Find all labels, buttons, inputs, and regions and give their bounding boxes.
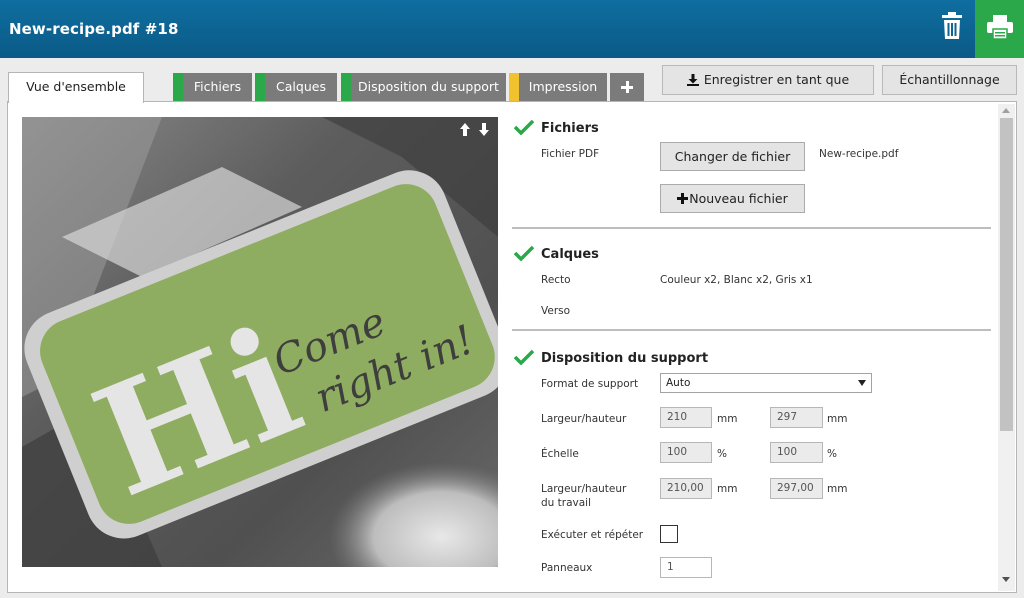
recto-value: Couleur x2, Blanc x2, Gris x1 bbox=[660, 274, 813, 286]
unit-label: mm bbox=[827, 413, 848, 425]
document-title: New-recipe.pdf #18 bbox=[9, 20, 179, 38]
unit-label: mm bbox=[717, 413, 738, 425]
new-file-button[interactable]: Nouveau fichier bbox=[660, 184, 805, 213]
step-repeat-label: Exécuter et répéter bbox=[541, 529, 644, 541]
title-bar: New-recipe.pdf #18 bbox=[0, 0, 1024, 58]
reorder-arrows[interactable] bbox=[459, 122, 491, 141]
trash-icon[interactable] bbox=[938, 12, 966, 42]
size-label: Largeur/hauteur bbox=[541, 413, 627, 425]
tab-media-layout[interactable]: Disposition du support bbox=[341, 73, 506, 101]
unit-label: mm bbox=[827, 483, 848, 495]
tab-print[interactable]: Impression bbox=[509, 73, 607, 101]
job-size-label: Largeur/hauteur du travail bbox=[541, 483, 627, 509]
status-indicator bbox=[255, 73, 265, 101]
plus-icon bbox=[677, 193, 689, 204]
scrollbar[interactable] bbox=[998, 104, 1015, 591]
check-icon bbox=[514, 245, 534, 261]
status-indicator bbox=[509, 73, 519, 101]
divider bbox=[512, 227, 991, 229]
section-title-files: Fichiers bbox=[541, 121, 599, 136]
preview-image: Hi Come right in! bbox=[22, 117, 498, 567]
scale-label: Échelle bbox=[541, 448, 579, 460]
recto-label: Recto bbox=[541, 274, 571, 286]
section-title-layers: Calques bbox=[541, 247, 599, 262]
tab-layers[interactable]: Calques bbox=[255, 73, 337, 101]
check-icon bbox=[514, 349, 534, 365]
scale-x-field[interactable]: 100 bbox=[660, 442, 712, 463]
change-file-button[interactable]: Changer de fichier bbox=[660, 142, 805, 171]
chevron-down-icon bbox=[858, 380, 866, 386]
arrow-down-icon bbox=[479, 123, 489, 136]
scale-y-field[interactable]: 100 bbox=[770, 442, 823, 463]
status-indicator bbox=[173, 73, 183, 101]
divider bbox=[512, 329, 991, 331]
tab-overview[interactable]: Vue d'ensemble bbox=[8, 72, 144, 103]
check-icon bbox=[514, 119, 534, 135]
step-repeat-checkbox[interactable] bbox=[660, 525, 678, 543]
sampling-button[interactable]: Échantillonnage bbox=[882, 65, 1017, 95]
save-as-recipe-button[interactable]: Enregistrer en tant que recette bbox=[662, 65, 874, 115]
panels-field[interactable]: 1 bbox=[660, 557, 712, 578]
arrow-up-icon bbox=[460, 123, 470, 136]
job-width-field[interactable]: 210,00 bbox=[660, 478, 712, 499]
job-height-field[interactable]: 297,00 bbox=[770, 478, 823, 499]
scroll-up-icon[interactable] bbox=[1002, 108, 1010, 113]
tab-files[interactable]: Fichiers bbox=[173, 73, 252, 101]
unit-label: % bbox=[717, 448, 727, 460]
pdf-file-label: Fichier PDF bbox=[541, 148, 600, 160]
add-tab-button[interactable] bbox=[610, 73, 644, 101]
unit-label: % bbox=[827, 448, 837, 460]
scroll-thumb[interactable] bbox=[1000, 118, 1013, 431]
media-format-select[interactable]: Auto bbox=[660, 373, 872, 393]
panels-label: Panneaux bbox=[541, 562, 593, 574]
unit-label: mm bbox=[717, 483, 738, 495]
download-icon bbox=[686, 74, 699, 86]
printer-icon bbox=[987, 15, 1013, 39]
section-title-media-layout: Disposition du support bbox=[541, 351, 709, 366]
width-field[interactable]: 210 bbox=[660, 407, 712, 428]
height-field[interactable]: 297 bbox=[770, 407, 823, 428]
print-button[interactable] bbox=[975, 0, 1024, 58]
file-name: New-recipe.pdf bbox=[819, 148, 899, 160]
scroll-down-icon[interactable] bbox=[1002, 577, 1010, 582]
media-format-label: Format de support bbox=[541, 378, 639, 390]
verso-label: Verso bbox=[541, 305, 571, 317]
